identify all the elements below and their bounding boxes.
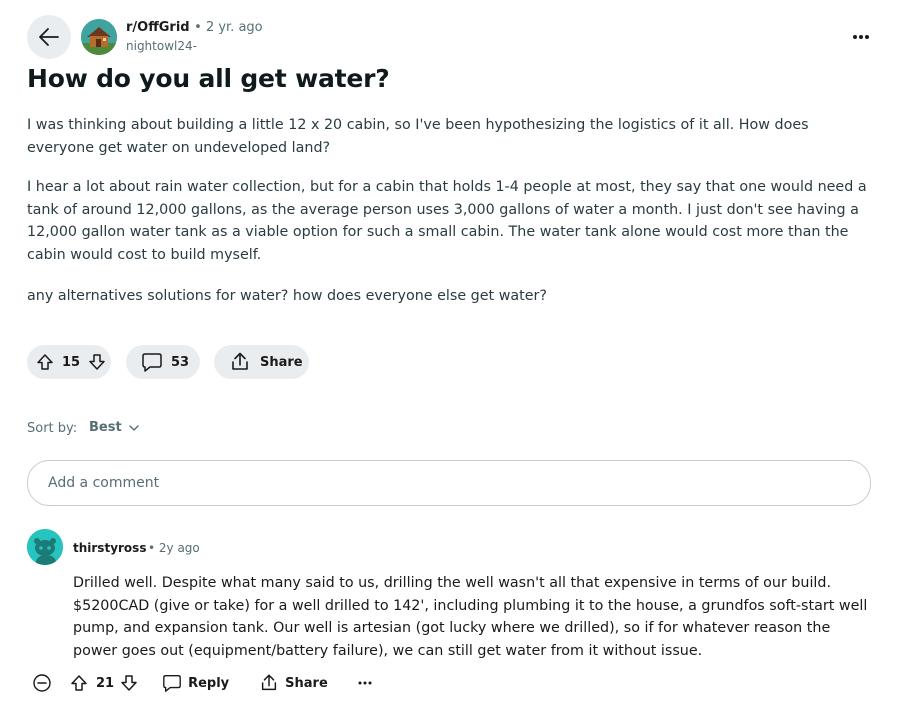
comment-bubble-icon xyxy=(163,675,181,692)
sort-dropdown[interactable]: Best xyxy=(89,420,140,435)
reply-button[interactable]: Reply xyxy=(162,673,229,693)
comment-vote-count: 21 xyxy=(96,675,115,691)
comment-text: Drilled well. Despite what many said to … xyxy=(73,575,868,659)
arrow-left-icon xyxy=(39,28,59,46)
collapse-thread-button[interactable] xyxy=(32,673,52,693)
more-horizontal-icon xyxy=(358,681,372,685)
comment-count: 53 xyxy=(171,354,190,370)
share-icon xyxy=(262,674,277,691)
reply-label: Reply xyxy=(188,675,230,691)
comment-actions: 21 Reply Share xyxy=(32,673,372,693)
comment-author[interactable]: thirstyross xyxy=(73,541,146,555)
share-label: Share xyxy=(260,354,303,370)
comment-share-label: Share xyxy=(285,675,328,691)
upvote-button[interactable] xyxy=(36,353,54,371)
sort-value: Best xyxy=(89,420,122,435)
sort-label: Sort by: xyxy=(27,421,78,436)
collapse-circle-icon xyxy=(33,674,51,692)
more-options-button[interactable] xyxy=(848,24,874,50)
comment-share-button[interactable]: Share xyxy=(259,673,328,693)
post-body-paragraph: any alternatives solutions for water? ho… xyxy=(27,288,548,304)
downvote-arrow-icon xyxy=(89,354,105,370)
comment-upvote-button[interactable] xyxy=(70,674,88,692)
comment-more-button[interactable] xyxy=(358,681,372,685)
downvote-button[interactable] xyxy=(88,353,106,371)
comment-age-value: 2y ago xyxy=(158,541,200,555)
share-button[interactable]: Share xyxy=(214,345,309,379)
comments-button[interactable]: 53 xyxy=(126,345,200,379)
subreddit-name[interactable]: r/OffGrid xyxy=(126,20,190,35)
comment-composer[interactable] xyxy=(27,460,871,506)
post-title: How do you all get water? xyxy=(27,64,390,93)
back-button[interactable] xyxy=(27,15,71,59)
separator-dot: • xyxy=(194,20,206,35)
comment-age: • 2y ago xyxy=(148,541,200,555)
cabin-icon xyxy=(81,19,117,55)
upvote-arrow-icon xyxy=(37,354,53,370)
downvote-arrow-icon xyxy=(121,675,137,691)
comment-input[interactable] xyxy=(46,474,850,492)
more-horizontal-icon xyxy=(853,35,869,39)
comment-bubble-icon xyxy=(142,353,162,372)
vote-bar: 15 xyxy=(27,345,111,379)
post-author[interactable]: nightowl24- xyxy=(126,39,197,53)
vote-count: 15 xyxy=(62,354,81,370)
share-icon xyxy=(232,352,248,370)
post-body-paragraph: I was thinking about building a little 1… xyxy=(27,117,809,156)
avatar[interactable] xyxy=(27,529,63,565)
post-meta: r/OffGrid • 2 yr. ago xyxy=(126,20,263,35)
chevron-down-icon xyxy=(128,424,139,431)
post-body-paragraph: I hear a lot about rain water collection… xyxy=(27,179,867,263)
post-age: 2 yr. ago xyxy=(205,20,263,35)
comment-downvote-button[interactable] xyxy=(120,674,138,692)
snoo-avatar-icon xyxy=(27,529,63,565)
upvote-arrow-icon xyxy=(71,675,87,691)
subreddit-avatar[interactable] xyxy=(81,19,117,55)
